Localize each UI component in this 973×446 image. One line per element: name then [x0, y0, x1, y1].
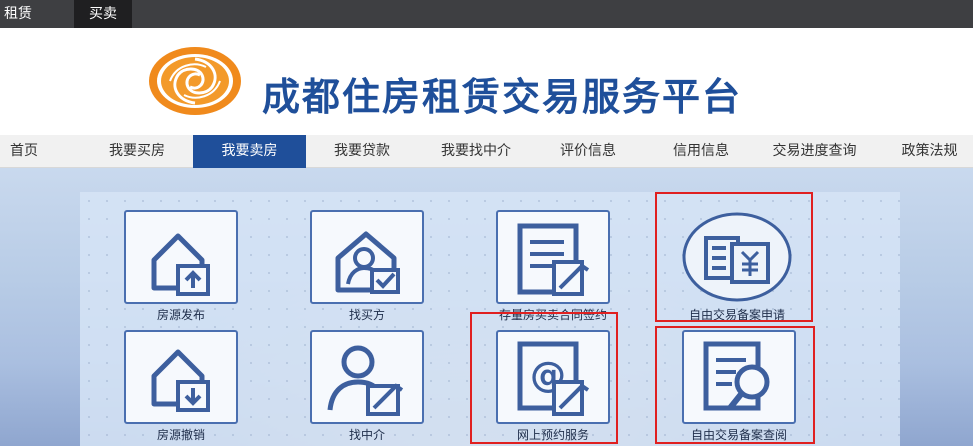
- highlight-box-filing-search: [655, 326, 815, 444]
- main-nav: 首页 我要买房 我要卖房 我要贷款 我要找中介 评价信息 信用信息 交易进度查询…: [0, 135, 973, 168]
- service-house-withdraw[interactable]: [124, 330, 238, 424]
- house-download-icon: [151, 349, 210, 412]
- person-check-icon: [335, 231, 400, 294]
- nav-item-reviews[interactable]: 评价信息: [544, 135, 632, 168]
- service-house-publish[interactable]: [124, 210, 238, 304]
- contract-sign-icon: [517, 223, 590, 296]
- service-label: 找中介: [348, 428, 385, 442]
- service-label: 房源撤销: [156, 428, 205, 442]
- site-header: 成都住房租赁交易服务平台: [0, 28, 973, 135]
- nav-item-buy[interactable]: 我要买房: [93, 135, 181, 168]
- house-upload-icon: [151, 233, 210, 296]
- tab-buy-sell[interactable]: 买卖: [74, 0, 132, 28]
- site-title: 成都住房租赁交易服务平台: [262, 75, 743, 119]
- tab-rental[interactable]: 租赁: [0, 0, 42, 28]
- service-find-buyer[interactable]: [310, 210, 424, 304]
- sun-logo-icon[interactable]: [146, 45, 244, 117]
- nav-item-policy[interactable]: 政策法规: [886, 135, 973, 168]
- main-area: 房源发布 找买方 存量房买卖合同签约 自由交易备案申请 房源撤销 找中介 @ 网…: [0, 168, 973, 446]
- nav-item-credit[interactable]: 信用信息: [657, 135, 745, 168]
- person-edit-icon: [327, 345, 404, 416]
- service-contract-signing[interactable]: [496, 210, 610, 304]
- top-bar: 租赁 买卖: [0, 0, 973, 28]
- highlight-box-filing-application: [655, 192, 813, 322]
- nav-item-loan[interactable]: 我要贷款: [318, 135, 406, 168]
- highlight-box-online-appointment: [470, 312, 618, 444]
- nav-item-progress[interactable]: 交易进度查询: [763, 135, 866, 168]
- service-find-agency[interactable]: [310, 330, 424, 424]
- nav-item-sell[interactable]: 我要卖房: [193, 135, 306, 168]
- nav-item-home[interactable]: 首页: [0, 135, 48, 168]
- nav-item-agency[interactable]: 我要找中介: [427, 135, 525, 168]
- service-label: 找买方: [348, 308, 385, 322]
- service-label: 房源发布: [156, 308, 205, 322]
